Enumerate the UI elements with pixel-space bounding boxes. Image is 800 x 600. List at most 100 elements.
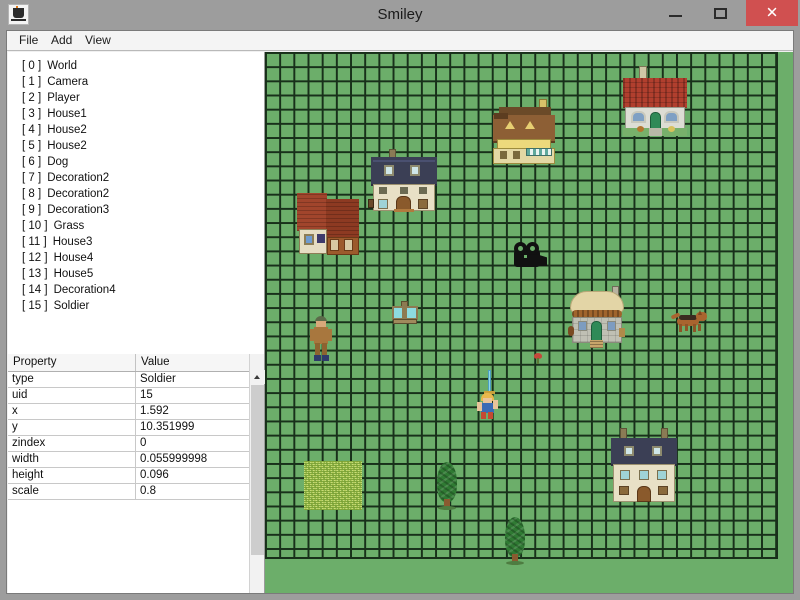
tree-item-decoration4[interactable]: [ 14 ] Decoration4 [8,282,264,298]
camera-object[interactable] [512,242,548,274]
dog-sprite[interactable] [670,310,709,334]
fountain-decoration[interactable] [391,301,419,326]
tree-item-label: Decoration2 [47,188,110,200]
tree-item-index: [ 7 ] [22,172,42,184]
property-table-scrollbar[interactable] [249,354,265,593]
tree-foliage [437,462,457,502]
table-row[interactable]: scale 0.8 [8,484,255,500]
maximize-button[interactable] [699,0,743,26]
property-value[interactable]: 0.096 [136,468,255,483]
minimize-button[interactable] [654,0,698,26]
house-blue-roof[interactable] [371,149,437,212]
window [619,486,629,495]
house-brown-double[interactable] [297,193,359,255]
tree-base [506,561,524,565]
game-canvas[interactable] [265,52,793,593]
steps [590,340,603,348]
property-key: x [8,404,136,419]
tree-item-index: [ 4 ] [22,124,42,136]
menu-file[interactable]: File [13,31,44,50]
tree-item-camera[interactable]: [ 1 ] Camera [8,74,264,90]
soldier-unit[interactable] [310,316,332,362]
window [664,111,679,123]
house-red-tile[interactable] [623,66,687,136]
tree-item-index: [ 15 ] [22,300,48,312]
table-row[interactable]: height 0.096 [8,468,255,484]
tree-item-decoration2-a[interactable]: [ 7 ] Decoration2 [8,170,264,186]
property-value[interactable]: 0.055999998 [136,452,255,467]
table-row[interactable]: type Soldier [8,372,255,388]
tree-item-soldier[interactable]: [ 15 ] Soldier [8,298,264,314]
tree-item-decoration3[interactable]: [ 9 ] Decoration3 [8,202,264,218]
tree-decoration-1[interactable] [435,462,459,510]
round-tower[interactable] [568,286,626,348]
grass-patch[interactable] [304,461,362,510]
property-value[interactable]: 0.8 [136,484,255,499]
window [379,187,387,194]
tree-item-house1[interactable]: [ 3 ] House1 [8,106,264,122]
player-sword[interactable] [475,370,501,420]
table-row[interactable]: y 10.351999 [8,420,255,436]
window [418,199,428,209]
tree-item-label: House2 [47,124,87,136]
tree-item-label: House5 [53,268,94,280]
dormer-window [624,446,634,456]
tree-item-label: House3 [52,236,93,248]
tree-item-label: Decoration2 [47,172,110,184]
tree-item-label: Player [47,92,80,104]
tree-item-label: Camera [47,76,89,88]
tree-item-index: [ 2 ] [22,92,42,104]
gable-window [505,121,515,129]
dormer-window [410,165,420,176]
tree-item-index: [ 8 ] [22,188,42,200]
tree-item-dog[interactable]: [ 6 ] Dog [8,154,264,170]
tree-item-index: [ 1 ] [22,76,42,88]
scene-tree[interactable]: [ 0 ] World [ 1 ] Camera [ 2 ] Player [ 3 ]… [8,52,264,353]
window [631,111,646,123]
property-value[interactable]: 15 [136,388,255,403]
application-window: Smiley ✕ File Add View [ 0 ] World [1]… [0,0,800,600]
tree-item-house5[interactable]: [ 13 ] House5 [8,266,264,282]
tree-item-label: World [47,60,78,72]
close-button[interactable]: ✕ [746,0,798,26]
table-row[interactable]: zindex 0 [8,436,255,452]
gable-window [525,121,535,129]
tree-item-player[interactable]: [ 2 ] Player [8,90,264,106]
player-arm [493,400,498,409]
menu-view[interactable]: View [79,31,117,50]
roof [623,78,687,108]
tree-item-decoration2-b[interactable]: [ 8 ] Decoration2 [8,186,264,202]
tree-item-grass[interactable]: [ 10 ] Grass [8,218,264,234]
scroll-up-button[interactable] [250,370,265,384]
house-cream-bottom-right[interactable] [611,428,677,504]
property-value[interactable]: Soldier [136,372,255,387]
property-key: zindex [8,436,136,451]
tree-item-house4[interactable]: [ 12 ] House4 [8,250,264,266]
house-yellow-awning[interactable] [493,99,555,164]
property-key: height [8,468,136,483]
small-plant-decoration[interactable] [368,199,374,208]
tree-item-house2-a[interactable]: [ 4 ] House2 [8,122,264,138]
menu-add[interactable]: Add [45,31,78,50]
menu-bar: File Add View [7,31,793,51]
tree-decoration-2[interactable] [503,517,527,565]
property-value[interactable]: 1.592 [136,404,255,419]
crate [619,328,625,337]
window [513,151,520,159]
table-row[interactable]: x 1.592 [8,404,255,420]
property-value[interactable]: 10.351999 [136,420,255,435]
window-bottom-edge [6,594,794,600]
property-table-header: Property Value [8,354,264,372]
sword-blade [488,370,491,392]
dog-leg [685,324,688,331]
tree-item-house2-b[interactable]: [ 5 ] House2 [8,138,264,154]
table-row[interactable]: width 0.055999998 [8,452,255,468]
tree-item-house3[interactable]: [ 11 ] House3 [8,234,264,250]
window [304,234,314,245]
tree-item-world[interactable]: [ 0 ] World [8,58,264,74]
table-row[interactable]: uid 15 [8,388,255,404]
small-plant-decoration[interactable] [533,353,543,364]
property-value[interactable]: 0 [136,436,255,451]
window [330,239,339,251]
scrollbar-thumb[interactable] [251,385,264,555]
